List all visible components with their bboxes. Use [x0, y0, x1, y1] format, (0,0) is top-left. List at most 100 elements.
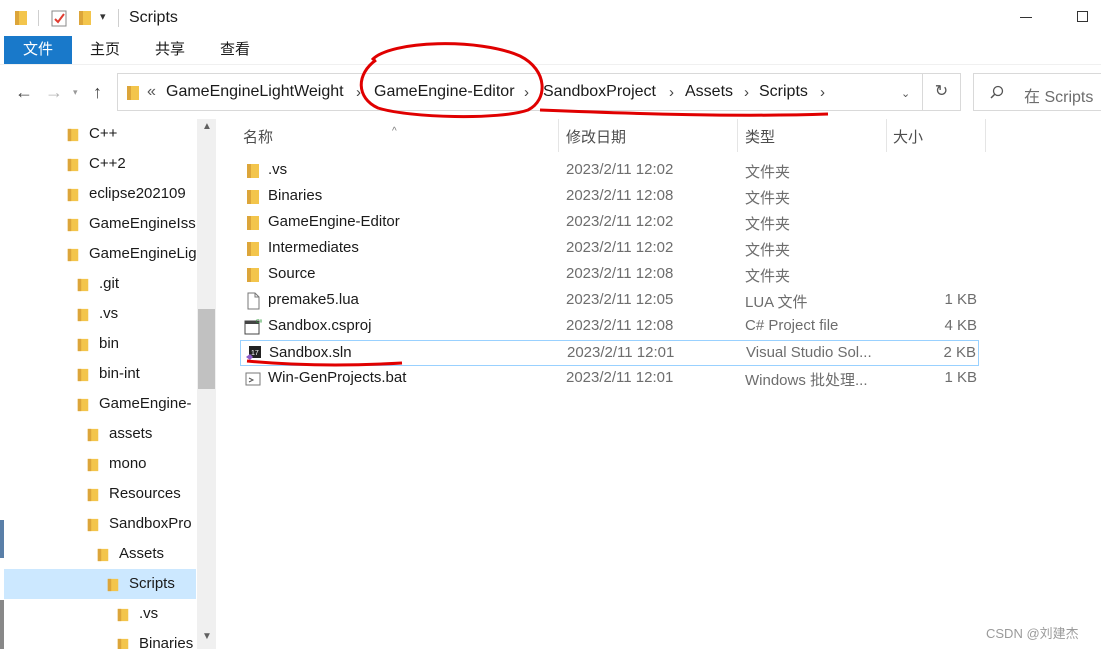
vs-solution-icon: 17 [246, 346, 261, 360]
nav-tree-item[interactable]: Assets [4, 539, 196, 569]
nav-tree-item[interactable]: eclipse202109 [4, 179, 196, 209]
folder-icon [67, 218, 79, 232]
column-divider[interactable] [985, 119, 986, 152]
column-header-date[interactable]: 修改日期 [566, 126, 626, 147]
nav-tree-item[interactable]: bin [4, 329, 196, 359]
file-row[interactable]: Binaries 2023/2/11 12:08 文件夹 [240, 184, 979, 210]
nav-tree-item[interactable]: Scripts [4, 569, 196, 599]
nav-tree-item[interactable]: C++2 [4, 149, 196, 179]
nav-tree-item[interactable]: Resources [4, 479, 196, 509]
file-list: ^ 名称 修改日期 类型 大小 .vs 2023/2/11 12:02 文件夹 Bin… [216, 119, 1101, 649]
file-name: .vs [268, 161, 288, 178]
scroll-down-icon[interactable]: ▼ [202, 631, 212, 642]
tab-file[interactable]: 文件 [4, 36, 72, 64]
breadcrumb-item[interactable]: Assets [685, 83, 733, 101]
navigation-pane[interactable]: C++ C++2 eclipse202109 GameEngineIss GameEng… [4, 119, 196, 649]
file-type: 文件夹 [745, 268, 791, 285]
nav-tree-label: GameEngineLig [89, 245, 196, 262]
nav-tree-item[interactable]: mono [4, 449, 196, 479]
folder-icon [247, 268, 259, 282]
title-bar: ▾ Scripts [0, 0, 1101, 36]
nav-scrollbar[interactable]: ▲ ▼ [197, 119, 216, 649]
scroll-up-icon[interactable]: ▲ [202, 121, 212, 132]
forward-button[interactable]: → [45, 82, 63, 103]
search-input[interactable]: 在 Scripts [973, 73, 1101, 111]
properties-icon[interactable] [50, 8, 68, 28]
breadcrumb-item[interactable]: GameEngineLightWeight [166, 83, 344, 101]
file-row[interactable]: C# Sandbox.csproj 2023/2/11 12:08 C# Projec… [240, 314, 979, 340]
column-divider[interactable] [886, 119, 887, 152]
nav-tree-item[interactable]: GameEngineIss [4, 209, 196, 239]
refresh-button[interactable]: ↻ [923, 73, 961, 111]
back-button[interactable]: ← [15, 82, 33, 103]
file-row[interactable]: .vs 2023/2/11 12:02 文件夹 [240, 158, 979, 184]
file-name: GameEngine-Editor [268, 213, 400, 230]
folder-icon [247, 190, 259, 204]
column-divider[interactable] [558, 119, 559, 152]
scrollbar-thumb[interactable] [198, 309, 215, 389]
file-row[interactable]: Intermediates 2023/2/11 12:02 文件夹 [240, 236, 979, 262]
file-row[interactable]: GameEngine-Editor 2023/2/11 12:02 文件夹 [240, 210, 979, 236]
minimize-button[interactable] [1020, 17, 1032, 18]
chevron-right-icon[interactable]: › [669, 84, 674, 101]
tab-share[interactable]: 共享 [155, 36, 185, 64]
address-bar[interactable]: « GameEngineLightWeight › GameEngine-Edi… [117, 73, 923, 111]
nav-tree-label: Resources [109, 485, 181, 502]
nav-tree-label: C++ [89, 125, 118, 142]
tab-view[interactable]: 查看 [220, 36, 250, 64]
breadcrumb-item[interactable]: GameEngine-Editor [374, 83, 515, 101]
customize-quick-access-icon[interactable]: ▾ [100, 10, 106, 23]
file-row[interactable]: Source 2023/2/11 12:08 文件夹 [240, 262, 979, 288]
nav-tree-item[interactable]: .vs [4, 599, 196, 629]
recent-locations-icon[interactable]: ▾ [73, 87, 78, 98]
breadcrumb-overflow[interactable]: « [147, 83, 156, 101]
folder-icon [117, 608, 129, 622]
nav-tree-label: GameEngineIss [89, 215, 196, 232]
chevron-right-icon[interactable]: › [820, 84, 825, 101]
column-divider[interactable] [737, 119, 738, 152]
file-size: 1 KB [944, 291, 977, 308]
column-header-size[interactable]: 大小 [893, 126, 923, 147]
file-date: 2023/2/11 12:02 [566, 161, 674, 178]
file-type: Visual Studio Sol... [746, 344, 872, 361]
nav-tree-item[interactable]: GameEngineLig [4, 239, 196, 269]
chevron-right-icon[interactable]: › [524, 84, 529, 101]
chevron-right-icon[interactable]: › [356, 84, 361, 101]
nav-tree-item[interactable]: assets [4, 419, 196, 449]
folder-icon [87, 488, 99, 502]
title-divider [118, 9, 119, 27]
svg-text:17: 17 [251, 350, 259, 357]
chevron-right-icon[interactable]: › [744, 84, 749, 101]
nav-tree-label: bin [99, 335, 120, 352]
breadcrumb-item[interactable]: Scripts [759, 83, 808, 101]
maximize-button[interactable] [1077, 11, 1088, 22]
breadcrumb-item[interactable]: SandboxProject [543, 83, 656, 101]
nav-tree-item[interactable]: SandboxPro [4, 509, 196, 539]
file-date: 2023/2/11 12:08 [566, 265, 674, 282]
new-folder-icon[interactable] [76, 8, 94, 28]
nav-tree-item[interactable]: C++ [4, 119, 196, 149]
folder-icon [67, 128, 79, 142]
nav-tree-item[interactable]: Binaries [4, 629, 196, 649]
column-header-type[interactable]: 类型 [745, 126, 775, 147]
csproj-icon: C# [244, 319, 262, 335]
file-row[interactable]: premake5.lua 2023/2/11 12:05 LUA 文件 1 KB [240, 288, 979, 314]
up-button[interactable]: ↑ [93, 82, 102, 103]
file-type: 文件夹 [745, 216, 791, 233]
search-icon [990, 85, 1004, 99]
column-header-name[interactable]: 名称 [243, 126, 273, 147]
file-row[interactable]: 17 Sandbox.sln 2023/2/11 12:01 Visual Studi… [240, 340, 979, 366]
column-header-row: ^ 名称 修改日期 类型 大小 [216, 119, 1101, 152]
address-dropdown-icon[interactable]: ⌄ [901, 87, 910, 100]
nav-tree-label: assets [109, 425, 153, 442]
nav-tree-item[interactable]: .vs [4, 299, 196, 329]
address-row: ← → ▾ ↑ « GameEngineLightWeight › GameEn… [0, 64, 1101, 119]
folder-icon[interactable] [12, 8, 30, 28]
folder-icon [77, 398, 89, 412]
nav-tree-item[interactable]: bin-int [4, 359, 196, 389]
nav-tree-item[interactable]: GameEngine- [4, 389, 196, 419]
tab-home[interactable]: 主页 [90, 36, 120, 64]
file-row[interactable]: Win-GenProjects.bat 2023/2/11 12:01 Window… [240, 366, 979, 392]
folder-icon [117, 638, 129, 649]
nav-tree-item[interactable]: .git [4, 269, 196, 299]
